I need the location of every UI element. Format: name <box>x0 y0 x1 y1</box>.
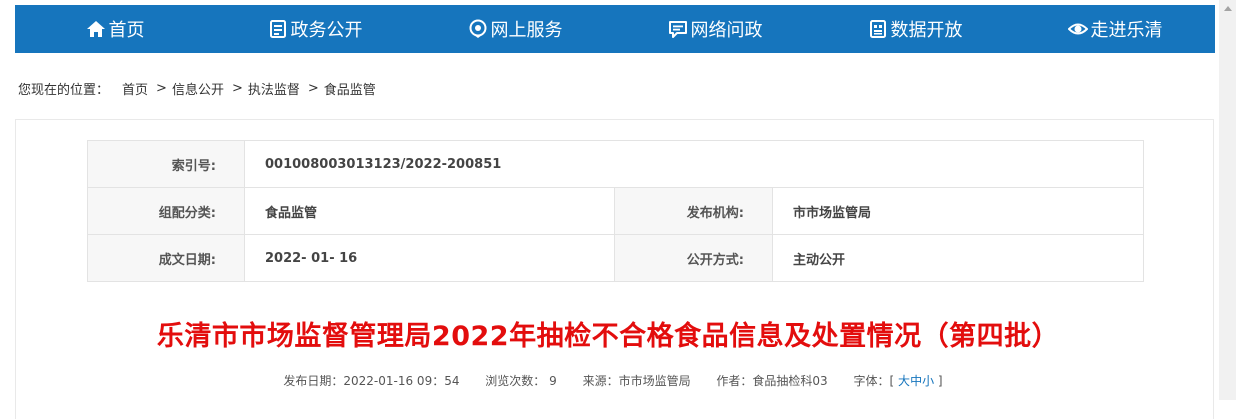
breadcrumb: 您现在的位置： 首页 > 信息公开 > 执法监督 > 食品监管 <box>18 79 376 98</box>
metadata-row-index: 索引号: 001008003013123/2022-200851 <box>87 140 1144 188</box>
font-size-small-button[interactable]: 小 <box>922 374 934 388</box>
breadcrumb-separator: > <box>307 81 319 96</box>
breadcrumb-prefix: 您现在的位置： <box>18 83 110 98</box>
publish-date: 发布日期：2022-01-16 09：54 <box>283 374 460 388</box>
article-title: 乐清市市场监督管理局2022年抽检不合格食品信息及处置情况（第四批） <box>156 321 1060 352</box>
breadcrumb-food-supervision[interactable]: 食品监管 <box>324 79 376 98</box>
document-icon <box>268 19 288 39</box>
article-source: 来源：市市场监管局 <box>582 374 691 388</box>
view-count: 浏览次数： 9 <box>485 374 557 388</box>
breadcrumb-law-enforcement[interactable]: 执法监督 <box>248 79 300 98</box>
font-size-large-button[interactable]: 大 <box>898 374 910 388</box>
document-date-label: 成文日期: <box>87 234 245 282</box>
article-metadata-table: 索引号: 001008003013123/2022-200851 组配分类: 食… <box>87 140 1144 282</box>
document-date-value: 2022- 01- 16 <box>244 234 615 282</box>
nav-item-home[interactable]: 首页 <box>15 16 215 42</box>
vertical-scrollbar[interactable] <box>1219 0 1236 400</box>
nav-item-online-services[interactable]: 网上服务 <box>415 16 615 42</box>
article-author: 作者：食品抽检科03 <box>716 374 828 388</box>
breadcrumb-separator: > <box>156 81 167 96</box>
top-navigation-bar: 首页 政务公开 网上服务 网络问政 数据开放 走进乐清 <box>15 5 1215 53</box>
font-size-label: 字体：[ <box>853 374 895 388</box>
nav-item-label: 网络问政 <box>690 20 763 41</box>
breadcrumb-separator: > <box>231 81 243 96</box>
category-label: 组配分类: <box>87 187 245 235</box>
breadcrumb-info-disclosure[interactable]: 信息公开 <box>172 79 224 98</box>
nav-item-online-inquiry[interactable]: 网络问政 <box>615 16 815 42</box>
nav-item-open-data[interactable]: 数据开放 <box>815 16 1015 42</box>
scroll-up-arrow-icon[interactable] <box>1224 6 1232 11</box>
publisher-label: 发布机构: <box>614 187 773 235</box>
disclosure-method-value: 主动公开 <box>772 234 1144 282</box>
nav-item-label: 政务公开 <box>290 20 363 41</box>
breadcrumb-home[interactable]: 首页 <box>122 79 148 98</box>
home-icon <box>86 19 106 39</box>
metadata-row-date: 成文日期: 2022- 01- 16 公开方式: 主动公开 <box>87 234 1144 282</box>
nav-item-label: 数据开放 <box>890 20 963 41</box>
nav-item-label: 首页 <box>108 20 145 41</box>
data-icon <box>868 19 888 39</box>
nav-item-about-yueqing[interactable]: 走进乐清 <box>1015 16 1215 42</box>
nav-item-label: 网上服务 <box>490 20 563 41</box>
metadata-row-category: 组配分类: 食品监管 发布机构: 市市场监管局 <box>87 187 1144 235</box>
nav-item-government-affairs[interactable]: 政务公开 <box>215 16 415 42</box>
font-size-close-bracket: ] <box>937 374 943 388</box>
disclosure-method-label: 公开方式: <box>614 234 773 282</box>
eye-icon <box>1067 19 1088 39</box>
article-info-line: 发布日期：2022-01-16 09：54 浏览次数： 9 来源：市市场监管局 … <box>0 372 1226 389</box>
nav-item-label: 走进乐清 <box>1090 20 1163 41</box>
category-value: 食品监管 <box>244 187 615 235</box>
index-number-value: 001008003013123/2022-200851 <box>244 140 1144 188</box>
font-size-medium-button[interactable]: 中 <box>910 374 922 388</box>
service-icon <box>468 19 488 39</box>
index-number-label: 索引号: <box>87 140 245 188</box>
publisher-value: 市市场监管局 <box>772 187 1144 235</box>
chat-icon <box>668 19 688 39</box>
